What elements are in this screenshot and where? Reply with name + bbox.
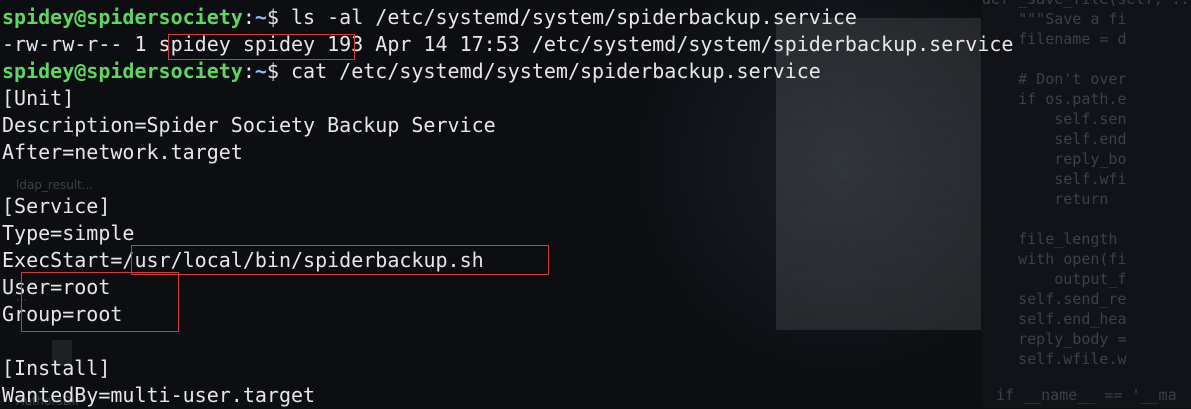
prompt-separator: : <box>242 5 255 29</box>
prompt-symbol: $ <box>266 59 279 83</box>
ls-details: 193 Apr 14 17:53 /etc/systemd/system/spi… <box>315 32 1014 56</box>
prompt-path: ~ <box>254 59 267 83</box>
service-section-header: [Service] <box>2 194 111 218</box>
wantedby-line: WantedBy=multi-user.target <box>2 383 316 407</box>
owner-highlight-box <box>168 34 355 60</box>
prompt-user: spidey@spidersociety <box>2 59 243 83</box>
terminal-line-ls-output: -rw-rw-r-- 1 spidey spidey 193 Apr 14 17… <box>2 31 1013 58</box>
unit-section-header: [Unit] <box>2 86 75 110</box>
execstart-highlight-box <box>131 245 549 275</box>
terminal-line-cmd2: spidey@spidersociety:~$ cat /etc/systemd… <box>2 58 821 85</box>
user-group-highlight-box <box>21 272 179 332</box>
command-text: cat /etc/systemd/system/spiderbackup.ser… <box>278 59 821 83</box>
prompt-separator: : <box>242 59 255 83</box>
prompt-user: spidey@spidersociety <box>2 5 243 29</box>
terminal-line-cmd1: spidey@spidersociety:~$ ls -al /etc/syst… <box>2 4 857 31</box>
ls-permissions: -rw-rw-r-- 1 <box>2 32 159 56</box>
terminal-window[interactable]: spidey@spidersociety:~$ ls -al /etc/syst… <box>0 0 1191 408</box>
type-line: Type=simple <box>2 221 135 245</box>
install-section-header: [Install] <box>2 356 111 380</box>
command-text: ls -al /etc/systemd/system/spiderbackup.… <box>278 5 857 29</box>
execstart-key: ExecStart= <box>2 248 123 272</box>
prompt-path: ~ <box>254 5 267 29</box>
after-line: After=network.target <box>2 140 243 164</box>
description-line: Description=Spider Society Backup Servic… <box>2 113 496 137</box>
prompt-symbol: $ <box>266 5 279 29</box>
